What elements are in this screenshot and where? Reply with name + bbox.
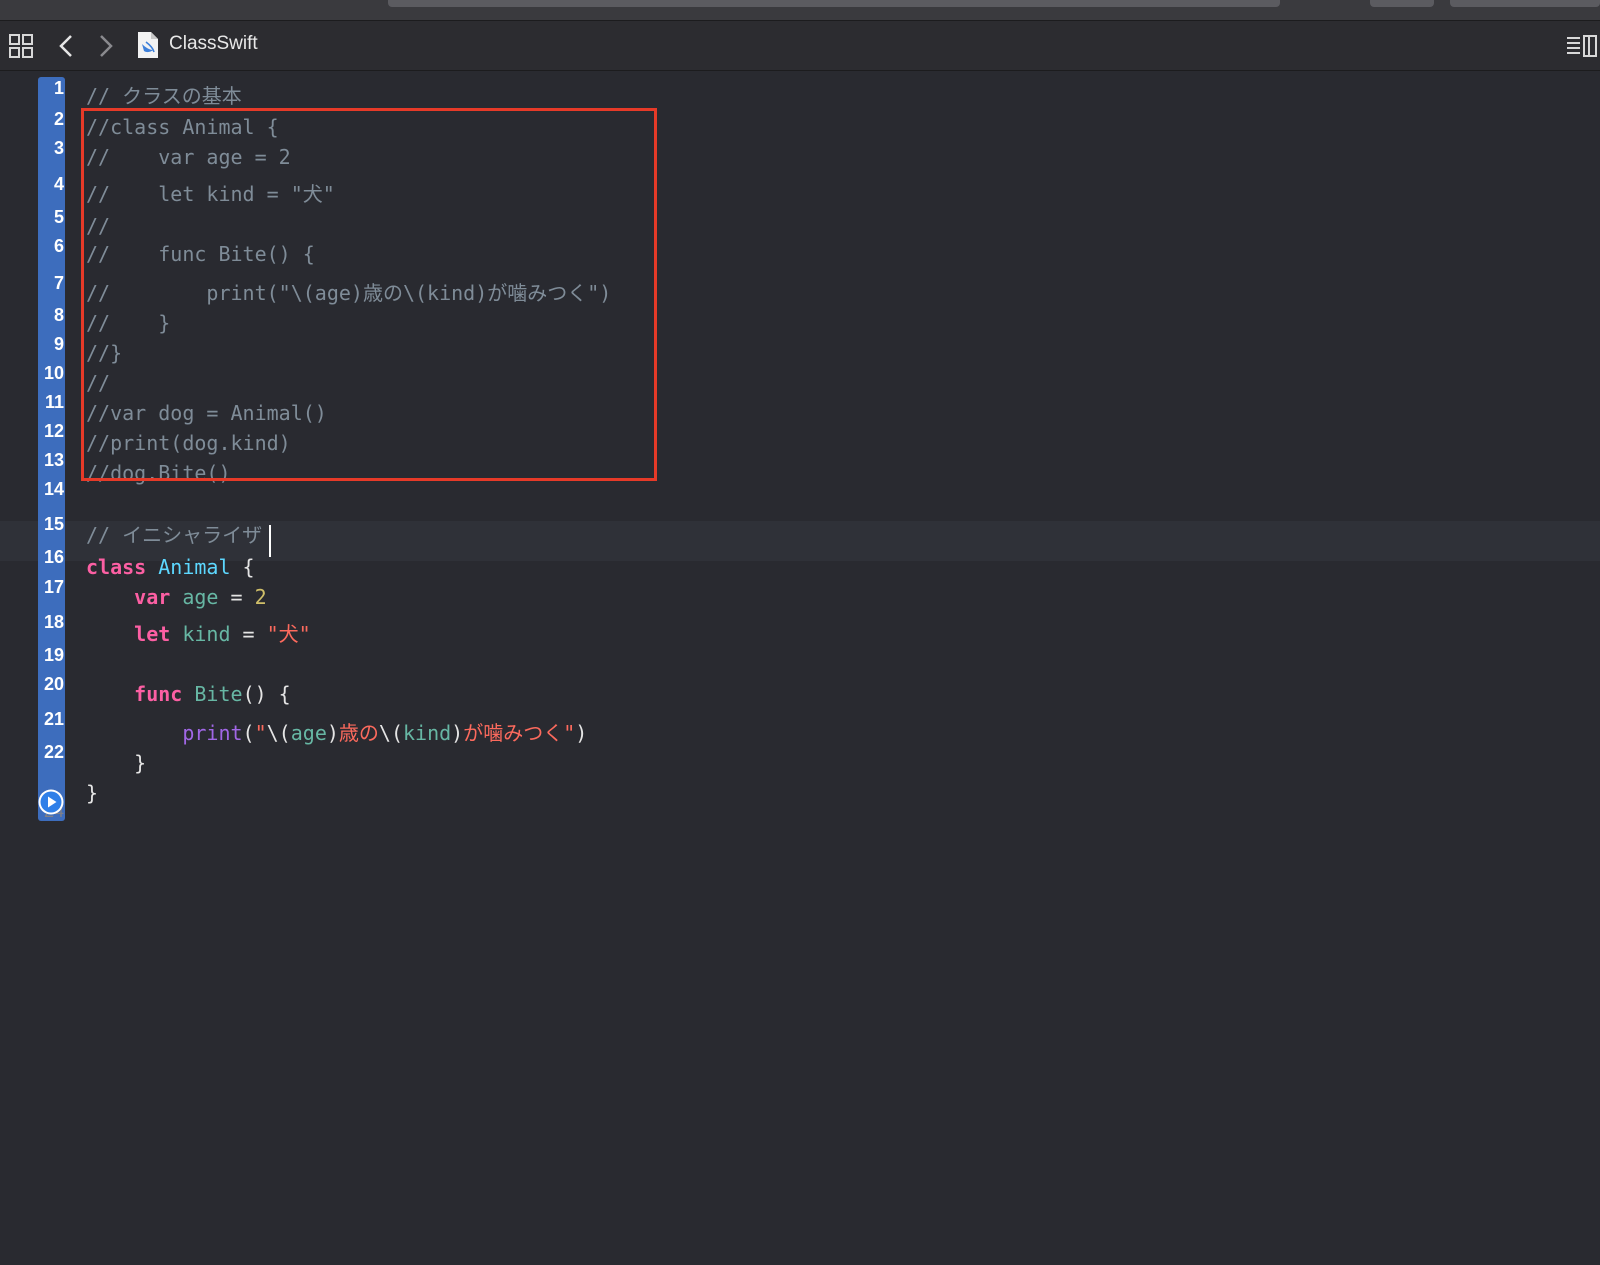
- code-token: Animal: [158, 555, 231, 579]
- line-number[interactable]: 7: [28, 273, 64, 294]
- code-token: \(: [378, 721, 403, 745]
- code-token: ): [326, 721, 339, 745]
- line-number[interactable]: 3: [28, 138, 64, 159]
- line-number[interactable]: 12: [28, 421, 64, 442]
- code-token: var: [134, 585, 171, 609]
- line-number[interactable]: 15: [28, 514, 64, 535]
- code-line[interactable]: var age = 2: [86, 585, 267, 609]
- code-token: 歳の: [338, 721, 379, 745]
- text-cursor: [269, 525, 271, 557]
- code-token: ): [451, 721, 464, 745]
- line-number[interactable]: 1: [28, 78, 64, 99]
- toolbar-control[interactable]: [1370, 0, 1434, 7]
- code-token: age: [290, 721, 327, 745]
- code-token: let: [134, 622, 171, 646]
- source-editor[interactable]: 1234567891011121314151617181920212224 //…: [0, 71, 1600, 1265]
- window-top-strip: [0, 0, 1600, 21]
- code-token: }: [86, 781, 99, 805]
- file-name[interactable]: ClassSwift: [169, 33, 258, 55]
- code-line[interactable]: // イニシャライザ: [86, 523, 262, 547]
- line-number[interactable]: 22: [28, 742, 64, 763]
- line-number[interactable]: 4: [28, 174, 64, 195]
- code-line[interactable]: let kind = "犬": [86, 622, 311, 646]
- line-number[interactable]: 6: [28, 236, 64, 257]
- code-token: \(: [266, 721, 291, 745]
- inspector-icon[interactable]: [1566, 34, 1598, 58]
- annotation-box: [81, 108, 657, 481]
- code-token: func: [134, 682, 183, 706]
- tab-bar-scroller[interactable]: [388, 0, 1280, 7]
- line-number[interactable]: 2: [28, 109, 64, 130]
- code-token: "犬": [266, 622, 311, 646]
- code-token: {: [230, 555, 255, 579]
- line-number[interactable]: 16: [28, 547, 64, 568]
- code-token: age: [182, 585, 219, 609]
- line-number[interactable]: 14: [28, 479, 64, 500]
- code-token: =: [218, 585, 255, 609]
- code-token: ": [254, 721, 267, 745]
- line-number[interactable]: 11: [28, 392, 64, 413]
- code-token: }: [86, 751, 147, 775]
- run-play-icon[interactable]: [37, 788, 65, 816]
- code-token: kind: [182, 622, 231, 646]
- code-token: // イニシャライザ: [86, 523, 263, 547]
- code-line[interactable]: func Bite() {: [86, 682, 291, 706]
- code-token: // クラスの基本: [86, 84, 242, 108]
- code-token: class: [86, 555, 147, 579]
- toolbar-control-2[interactable]: [1450, 0, 1600, 7]
- code-line[interactable]: // クラスの基本: [86, 84, 242, 108]
- forward-chevron-icon[interactable]: [98, 33, 114, 59]
- code-token: 2: [254, 585, 267, 609]
- code-token: (: [242, 721, 255, 745]
- line-number[interactable]: 19: [28, 645, 64, 666]
- jump-bar: ClassSwift: [0, 21, 1600, 71]
- back-chevron-icon[interactable]: [58, 33, 74, 59]
- line-number[interactable]: 13: [28, 450, 64, 471]
- code-token: ): [575, 721, 588, 745]
- code-token: print: [182, 721, 243, 745]
- swift-file-icon: [138, 32, 158, 58]
- line-number[interactable]: 10: [28, 363, 64, 384]
- line-number[interactable]: 17: [28, 577, 64, 598]
- line-number[interactable]: 21: [28, 709, 64, 730]
- line-number[interactable]: 9: [28, 334, 64, 355]
- code-line[interactable]: }: [86, 751, 146, 775]
- code-line[interactable]: print("\(age)歳の\(kind)が噛みつく"): [86, 721, 587, 745]
- code-line[interactable]: }: [86, 781, 98, 805]
- code-token: が噛みつく": [463, 721, 576, 745]
- code-token: () {: [242, 682, 291, 706]
- line-number[interactable]: 5: [28, 207, 64, 228]
- code-line[interactable]: class Animal {: [86, 555, 255, 579]
- line-number[interactable]: 20: [28, 674, 64, 695]
- code-token: =: [230, 622, 267, 646]
- code-token: Bite: [194, 682, 243, 706]
- line-number[interactable]: 18: [28, 612, 64, 633]
- line-number[interactable]: 8: [28, 305, 64, 326]
- related-items-grid-icon[interactable]: [9, 34, 33, 58]
- code-token: kind: [403, 721, 452, 745]
